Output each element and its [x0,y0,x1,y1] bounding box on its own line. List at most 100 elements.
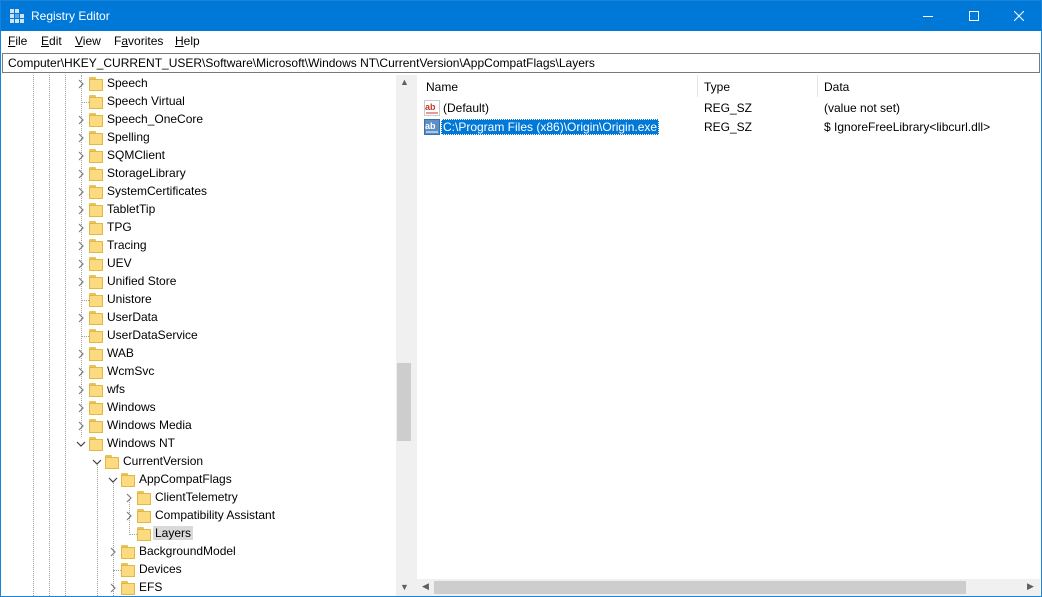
tree-item-label: Unistore [107,292,152,306]
tree-item[interactable]: StorageLibrary [2,165,395,183]
maximize-button[interactable] [951,1,997,31]
tree-vertical-scrollbar[interactable]: ▲ ▼ [396,75,412,596]
folder-icon [89,274,105,290]
folder-icon [89,220,105,236]
tree-item[interactable]: Windows NT [2,435,395,453]
menu-file[interactable]: File [8,34,27,48]
chevron-right-icon[interactable] [76,78,86,90]
chevron-right-icon[interactable] [76,258,86,270]
tree-item[interactable]: Unified Store [2,273,395,291]
tree-item[interactable]: Speech [2,75,395,93]
tree-item-label: Layers [153,526,194,540]
chevron-right-icon[interactable] [76,204,86,216]
tree-item[interactable]: wfs [2,381,395,399]
chevron-down-icon[interactable] [76,438,86,450]
folder-icon [89,130,105,146]
tree-item-label: wfs [107,382,125,396]
folder-icon [89,346,105,362]
tree-item[interactable]: UserDataService [2,327,395,345]
tree-item[interactable]: EFS [2,579,395,596]
tree-item[interactable]: SystemCertificates [2,183,395,201]
tree-item-label: TabletTip [107,202,156,216]
chevron-right-icon[interactable] [76,132,86,144]
tree-item[interactable]: SQMClient [2,147,395,165]
folder-icon [89,328,105,344]
tree-item[interactable]: Devices [2,561,395,579]
tree-item-label: Windows [107,400,156,414]
tree-item-label: Speech_OneCore [107,112,204,126]
tree-item[interactable]: WcmSvc [2,363,395,381]
column-header-type[interactable]: Type [704,80,730,94]
chevron-right-icon[interactable] [76,312,86,324]
chevron-right-icon[interactable] [76,168,86,180]
tree-item[interactable]: Spelling [2,129,395,147]
scroll-left-arrow-icon[interactable]: ◀ [422,581,429,592]
value-row-selected[interactable]: ab C:\Program Files (x86)\Origin\Origin.… [417,118,1040,137]
tree-item[interactable]: Windows [2,399,395,417]
tree-item[interactable]: Compatibility Assistant [2,507,395,525]
tree-item[interactable]: Speech Virtual [2,93,395,111]
close-button[interactable] [996,1,1042,31]
chevron-right-icon[interactable] [76,276,86,288]
menu-favorites[interactable]: Favorites [114,34,163,48]
tree-item[interactable]: Layers [2,525,395,543]
menu-view[interactable]: View [75,34,101,48]
chevron-right-icon[interactable] [76,186,86,198]
chevron-right-icon[interactable] [76,240,86,252]
address-path[interactable]: Computer\HKEY_CURRENT_USER\Software\Micr… [8,56,595,70]
chevron-right-icon[interactable] [76,366,86,378]
chevron-right-icon[interactable] [76,114,86,126]
tree-item-label: UserDataService [107,328,198,342]
title-bar[interactable]: Registry Editor [1,1,1041,31]
tree-item[interactable]: TPG [2,219,395,237]
folder-icon [89,400,105,416]
tree-item[interactable]: BackgroundModel [2,543,395,561]
list-horizontal-scrollbar[interactable]: ◀ ▶ [417,579,1040,596]
key-tree-panel[interactable]: Speech Speech Virtual Speech_OneCore Spelli… [2,75,412,596]
menu-edit[interactable]: Edit [41,34,62,48]
tree-item[interactable]: Speech_OneCore [2,111,395,129]
column-header-name[interactable]: Name [426,80,458,94]
column-divider[interactable] [697,75,698,97]
chevron-right-icon[interactable] [76,384,86,396]
tree-item[interactable]: UEV [2,255,395,273]
tree-item[interactable]: WAB [2,345,395,363]
string-value-icon: ab [424,119,440,135]
tree-item[interactable]: AppCompatFlags [2,471,395,489]
chevron-right-icon[interactable] [124,492,134,504]
svg-text:ab: ab [425,102,436,112]
minimize-button[interactable] [905,1,951,31]
scroll-up-arrow-icon[interactable]: ▲ [400,77,409,87]
chevron-right-icon[interactable] [76,222,86,234]
chevron-right-icon[interactable] [76,402,86,414]
value-row[interactable]: ab (Default) REG_SZ (value not set) [417,99,1040,118]
tree-scroll-thumb[interactable] [397,363,411,441]
chevron-down-icon[interactable] [108,474,118,486]
folder-icon [121,562,137,578]
column-header-data[interactable]: Data [824,80,849,94]
folder-icon [89,238,105,254]
chevron-right-icon[interactable] [108,546,118,558]
chevron-right-icon[interactable] [108,582,118,594]
tree-item[interactable]: Tracing [2,237,395,255]
address-bar[interactable]: Computer\HKEY_CURRENT_USER\Software\Micr… [2,53,1040,73]
tree-item[interactable]: ClientTelemetry [2,489,395,507]
chevron-right-icon[interactable] [124,510,134,522]
scroll-right-arrow-icon[interactable]: ▶ [1027,581,1034,592]
tree-item-label: UserData [107,310,158,324]
tree-item[interactable]: Windows Media [2,417,395,435]
chevron-right-icon[interactable] [76,150,86,162]
tree-item[interactable]: CurrentVersion [2,453,395,471]
scroll-down-arrow-icon[interactable]: ▼ [400,582,409,592]
tree-item[interactable]: Unistore [2,291,395,309]
chevron-right-icon[interactable] [76,420,86,432]
menu-help[interactable]: Help [175,34,200,48]
chevron-right-icon[interactable] [76,348,86,360]
tree-item-label: TPG [107,220,132,234]
tree-item[interactable]: TabletTip [2,201,395,219]
list-scroll-thumb[interactable] [434,581,966,594]
values-list-panel[interactable]: Name Type Data ab (Default) REG_SZ (valu… [417,75,1040,596]
tree-item[interactable]: UserData [2,309,395,327]
column-divider[interactable] [817,75,818,97]
chevron-down-icon[interactable] [92,456,102,468]
